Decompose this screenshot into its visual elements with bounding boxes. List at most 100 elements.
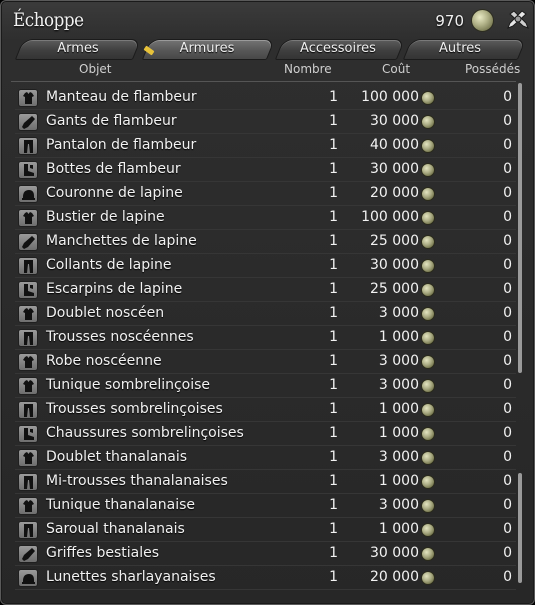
gil-coin-icon [421,139,435,153]
table-row[interactable]: Manteau de flambeur 1 100 000 0 [11,86,516,110]
item-owned: 0 [503,473,512,489]
item-owned: 0 [503,449,512,465]
item-quantity: 1 [329,113,338,129]
gloves-icon [18,545,38,563]
scrollbar[interactable] [518,83,523,583]
tab-label-autres: Autres [438,41,482,56]
table-row[interactable]: Manchettes de lapine 1 25 000 0 [11,230,516,254]
item-cost: 40 000 [370,137,419,153]
item-quantity: 1 [329,377,338,393]
table-row[interactable]: Trousses noscéennes 1 1 000 0 [11,326,516,350]
body-armor-icon [18,209,38,227]
scrollbar-thumb-lower[interactable] [518,473,522,583]
item-cost: 30 000 [370,113,419,129]
table-row[interactable]: Pantalon de flambeur 1 40 000 0 [11,134,516,158]
item-owned: 0 [503,545,512,561]
table-row[interactable]: Tunique thanalanaise 1 3 000 0 [11,494,516,518]
gil-coin-icon [421,163,435,177]
item-owned: 0 [503,569,512,585]
feet-icon [18,161,38,179]
item-owned: 0 [503,209,512,225]
item-quantity: 1 [329,545,338,561]
item-name: Doublet noscéen [46,305,165,321]
item-owned: 0 [503,377,512,393]
item-owned: 0 [503,233,512,249]
item-owned: 0 [503,161,512,177]
table-row[interactable]: Saroual thanalanais 1 1 000 0 [11,518,516,542]
feet-icon [18,281,38,299]
item-name: Tunique thanalanaise [46,497,195,513]
table-row[interactable]: Griffes bestiales 1 30 000 0 [11,542,516,566]
item-cost: 100 000 [361,209,419,225]
item-quantity: 1 [329,161,338,177]
header-cost[interactable]: Coût [382,62,410,76]
item-cost: 1 000 [378,473,419,489]
header-owned[interactable]: Possédés [465,62,520,76]
item-name: Saroual thanalanais [46,521,185,537]
body-armor-icon [18,353,38,371]
table-row[interactable]: Escarpins de lapine 1 25 000 0 [11,278,516,302]
gil-coin-icon [421,475,435,489]
item-cost: 100 000 [361,89,419,105]
gil-coin-icon [421,379,435,393]
table-row[interactable]: Collants de lapine 1 30 000 0 [11,254,516,278]
item-quantity: 1 [329,425,338,441]
table-row[interactable]: Tunique sombrelinçoise 1 3 000 0 [11,374,516,398]
table-row[interactable]: Bottes de flambeur 1 30 000 0 [11,158,516,182]
gloves-icon [18,233,38,251]
item-quantity: 1 [329,329,338,345]
legs-icon [18,401,38,419]
item-quantity: 1 [329,569,338,585]
item-name: Bottes de flambeur [46,161,181,177]
title-bar[interactable]: Échoppe 970 [1,1,534,41]
item-owned: 0 [503,257,512,273]
gil-coin-icon [421,451,435,465]
body-armor-icon [18,449,38,467]
item-quantity: 1 [329,233,338,249]
table-row[interactable]: Lunettes sharlayanaises 1 20 000 0 [11,566,516,590]
item-quantity: 1 [329,89,338,105]
item-cost: 1 000 [378,521,419,537]
body-armor-icon [18,377,38,395]
table-row[interactable]: Trousses sombrelinçoises 1 1 000 0 [11,398,516,422]
item-owned: 0 [503,185,512,201]
item-quantity: 1 [329,449,338,465]
table-row[interactable]: Mi-trousses thanalanaises 1 1 000 0 [11,470,516,494]
table-row[interactable]: Chaussures sombrelinçoises 1 1 000 0 [11,422,516,446]
item-name: Couronne de lapine [46,185,183,201]
item-name: Lunettes sharlayanaises [46,569,216,585]
table-row[interactable]: Robe noscéenne 1 3 000 0 [11,350,516,374]
item-owned: 0 [503,353,512,369]
item-quantity: 1 [329,521,338,537]
item-name: Collants de lapine [46,257,172,273]
settings-icon[interactable] [506,8,530,32]
item-owned: 0 [503,137,512,153]
table-row[interactable]: Couronne de lapine 1 20 000 0 [11,182,516,206]
item-cost: 25 000 [370,233,419,249]
item-owned: 0 [503,425,512,441]
gil-coin-icon [421,259,435,273]
item-cost: 3 000 [378,377,419,393]
item-list: Manteau de flambeur 1 100 000 0 Gants de fla… [11,81,516,591]
item-name: Robe noscéenne [46,353,162,369]
table-row[interactable]: Doublet noscéen 1 3 000 0 [11,302,516,326]
item-owned: 0 [503,281,512,297]
item-cost: 3 000 [378,449,419,465]
header-object[interactable]: Objet [79,62,111,76]
category-tabs: Armes Armures Accessoires Autres [11,39,527,61]
gil-coin-icon [421,115,435,129]
gil-coin-icon [421,499,435,513]
table-row[interactable]: Gants de flambeur 1 30 000 0 [11,110,516,134]
table-row[interactable]: Doublet thanalanais 1 3 000 0 [11,446,516,470]
scrollbar-thumb[interactable] [518,83,522,373]
body-armor-icon [18,305,38,323]
gil-coin-icon [421,355,435,369]
feet-icon [18,425,38,443]
table-row[interactable]: Bustier de lapine 1 100 000 0 [11,206,516,230]
header-quantity[interactable]: Nombre [284,62,332,76]
legs-icon [18,137,38,155]
gil-coin-icon [421,403,435,417]
tab-label-armures: Armures [179,41,235,56]
item-name: Trousses noscéennes [46,329,194,345]
head-icon [18,185,38,203]
